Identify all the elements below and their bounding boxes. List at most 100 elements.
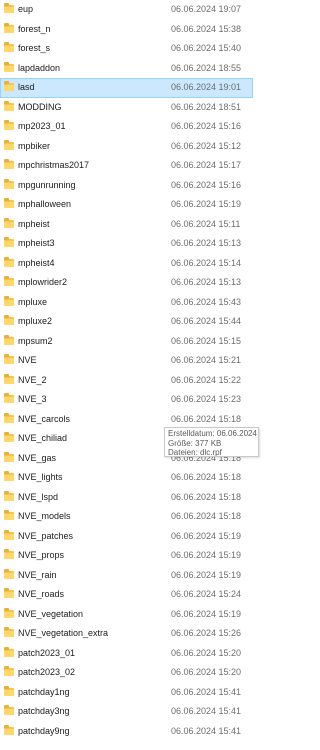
modified-date: 06.06.2024 15:41 [171, 706, 242, 716]
list-item[interactable]: mpbiker 06.06.2024 15:12 [0, 137, 253, 157]
folder-name: NVE_chiliad [18, 433, 68, 443]
folder-icon [4, 159, 14, 169]
folder-icon [4, 256, 14, 267]
list-item[interactable]: NVE_rain 06.06.2024 15:19 [0, 566, 253, 586]
folder-name: patch2023_01 [18, 647, 76, 658]
folder-icon [4, 354, 14, 364]
folder-icon [4, 139, 14, 150]
folder-name: NVE_roads [18, 589, 65, 599]
folder-name: NVE_carcols [18, 413, 71, 424]
list-item[interactable]: mpchristmas2017 06.06.2024 15:17 [0, 156, 253, 176]
folder-name: NVE_rain [18, 569, 57, 580]
list-item[interactable]: mpgunrunning 06.06.2024 15:16 [0, 176, 253, 196]
folder-icon [4, 373, 14, 384]
folder-name: forest_s [18, 43, 51, 53]
folder-icon [4, 490, 14, 501]
modified-date: 06.06.2024 15:26 [171, 628, 242, 638]
folder-name: NVE_models [18, 511, 71, 521]
list-item[interactable]: mpsum2 06.06.2024 15:15 [0, 332, 253, 352]
folder-icon [4, 3, 14, 13]
list-item[interactable]: NVE_roads 06.06.2024 15:24 [0, 585, 253, 605]
modified-date: 06.06.2024 19:01 [171, 82, 242, 92]
folder-icon [4, 627, 14, 637]
folder-name: eup [18, 4, 34, 14]
folder-icon [4, 237, 14, 247]
list-item[interactable]: mplowrider2 06.06.2024 15:13 [0, 273, 253, 293]
modified-date: 06.06.2024 18:51 [171, 101, 242, 112]
folder-name: forest_n [18, 23, 51, 34]
folder-name: NVE_gas [18, 452, 57, 463]
folder-name: NVE_lspd [18, 491, 59, 502]
list-item[interactable]: patch2023_01 06.06.2024 15:20 [0, 644, 253, 664]
list-item[interactable]: mphalloween 06.06.2024 15:19 [0, 195, 253, 215]
folder-icon [4, 61, 14, 72]
modified-date: 06.06.2024 15:12 [171, 140, 242, 151]
modified-date: 06.06.2024 15:18 [171, 491, 242, 502]
folder-name: mpheist4 [18, 257, 55, 268]
folder-icon [4, 529, 14, 540]
modified-date: 06.06.2024 15:43 [171, 296, 242, 307]
modified-date: 06.06.2024 15:19 [171, 530, 242, 541]
list-item[interactable]: NVE_2 06.06.2024 15:22 [0, 371, 253, 391]
folder-icon [4, 607, 14, 618]
list-item[interactable]: mp2023_01 06.06.2024 15:16 [0, 117, 253, 137]
folder-name: NVE_lights [18, 472, 63, 482]
modified-date: 06.06.2024 15:18 [171, 511, 242, 521]
modified-date: 06.06.2024 15:23 [171, 394, 242, 404]
list-item[interactable]: patchday1ng 06.06.2024 15:41 [0, 683, 253, 703]
list-item[interactable]: NVE_vegetation_extra 06.06.2024 15:26 [0, 624, 253, 644]
list-item[interactable]: NVE_patches 06.06.2024 15:19 [0, 527, 253, 547]
modified-date: 06.06.2024 19:07 [171, 4, 242, 14]
modified-date: 06.06.2024 15:19 [171, 550, 242, 560]
list-item[interactable]: lapdaddon 06.06.2024 18:55 [0, 59, 253, 79]
folder-name: mpluxe2 [18, 316, 53, 326]
modified-date: 06.06.2024 15:40 [171, 43, 242, 53]
list-item[interactable]: eup 06.06.2024 19:07 [0, 0, 253, 20]
list-item[interactable]: forest_s 06.06.2024 15:40 [0, 39, 253, 59]
folder-icon [4, 276, 14, 286]
modified-date: 06.06.2024 15:19 [171, 608, 242, 619]
folder-name: NVE_props [18, 550, 65, 560]
folder-icon [4, 178, 14, 189]
list-item[interactable]: NVE_props 06.06.2024 15:19 [0, 546, 253, 566]
folder-name: patchday3ng [18, 706, 70, 716]
list-item[interactable]: NVE_vegetation 06.06.2024 15:19 [0, 605, 253, 625]
folder-name: lapdaddon [18, 62, 61, 73]
list-item[interactable]: mpluxe2 06.06.2024 15:44 [0, 312, 253, 332]
modified-date: 06.06.2024 15:44 [171, 316, 242, 326]
modified-date: 06.06.2024 15:24 [171, 589, 242, 599]
folder-name: mpbiker [18, 140, 51, 151]
folder-name: NVE_3 [18, 394, 47, 404]
list-item[interactable]: NVE_models 06.06.2024 15:18 [0, 507, 253, 527]
folder-icon [4, 588, 14, 598]
modified-date: 06.06.2024 15:14 [171, 257, 242, 268]
modified-date: 06.06.2024 15:41 [171, 725, 242, 736]
folder-name: mpheist [18, 218, 50, 229]
list-item[interactable]: MODDING 06.06.2024 18:51 [0, 98, 253, 118]
list-item[interactable]: patchday9ng 06.06.2024 15:41 [0, 722, 253, 742]
list-item[interactable]: mpheist 06.06.2024 15:11 [0, 215, 253, 235]
list-item[interactable]: patch2023_02 06.06.2024 15:20 [0, 663, 253, 683]
list-item[interactable]: lasd 06.06.2024 19:01 [0, 78, 253, 98]
folder-icon [4, 42, 14, 52]
list-item[interactable]: forest_n 06.06.2024 15:38 [0, 20, 253, 40]
list-item[interactable]: mpheist3 06.06.2024 15:13 [0, 234, 253, 254]
file-list: eup 06.06.2024 19:07 forest_n 06.06.2024 15… [0, 0, 253, 741]
list-item[interactable]: patchday3ng 06.06.2024 15:41 [0, 702, 253, 722]
folder-icon [4, 22, 14, 33]
list-item[interactable]: NVE_lights 06.06.2024 15:18 [0, 468, 253, 488]
tooltip-files: Dateien: dlc.rpf [168, 448, 222, 457]
list-item[interactable]: NVE_3 06.06.2024 15:23 [0, 390, 253, 410]
folder-icon [4, 432, 14, 442]
folder-tooltip: Erstelldatum: 06.06.2024 1 Größe: 377 KB… [164, 427, 259, 457]
folder-icon [4, 549, 14, 559]
list-item[interactable]: mpluxe 06.06.2024 15:43 [0, 293, 253, 313]
folder-name: mplowrider2 [18, 277, 68, 287]
folder-icon [4, 393, 14, 403]
list-item[interactable]: NVE_lspd 06.06.2024 15:18 [0, 488, 253, 508]
folder-icon [4, 315, 14, 325]
list-item[interactable]: NVE 06.06.2024 15:21 [0, 351, 253, 371]
modified-date: 06.06.2024 15:41 [171, 686, 242, 697]
folder-icon [4, 100, 14, 111]
list-item[interactable]: mpheist4 06.06.2024 15:14 [0, 254, 253, 274]
